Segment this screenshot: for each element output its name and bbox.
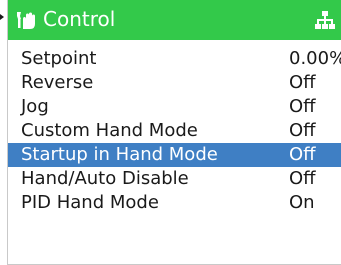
menu-item-hand-auto-disable[interactable]: Hand/Auto Disable Off <box>8 167 341 191</box>
item-label: Startup in Hand Mode <box>21 144 218 165</box>
item-label: Hand/Auto Disable <box>21 168 189 189</box>
item-value: On <box>289 192 315 213</box>
pointer-arrow-icon <box>0 14 4 20</box>
menu-item-custom-hand-mode[interactable]: Custom Hand Mode Off <box>8 119 341 143</box>
menu-item-setpoint[interactable]: Setpoint 0.00% <box>8 47 341 71</box>
item-label: Jog <box>21 96 49 117</box>
item-value: Off <box>289 168 316 189</box>
menu-item-pid-hand-mode[interactable]: PID Hand Mode On <box>8 191 341 215</box>
menu-item-jog[interactable]: Jog Off <box>8 95 341 119</box>
title-bar: Control <box>8 0 341 40</box>
item-label: Custom Hand Mode <box>21 120 198 141</box>
network-icon <box>315 11 335 29</box>
item-value: Off <box>289 96 316 117</box>
item-label: Setpoint <box>21 48 97 69</box>
menu-item-reverse[interactable]: Reverse Off <box>8 71 341 95</box>
menu-item-startup-in-hand-mode[interactable]: Startup in Hand Mode Off <box>8 143 341 167</box>
item-value: Off <box>289 72 316 93</box>
hand-wrench-icon <box>17 12 35 29</box>
control-screen: Control Setpoint 0.00% Reverse Off Jog O… <box>0 0 341 265</box>
page-title: Control <box>43 7 116 31</box>
item-value: Off <box>289 144 316 165</box>
item-label: PID Hand Mode <box>21 192 159 213</box>
parameter-list: Setpoint 0.00% Reverse Off Jog Off Custo… <box>8 47 341 215</box>
item-label: Reverse <box>21 72 94 93</box>
menu-panel: Control Setpoint 0.00% Reverse Off Jog O… <box>7 0 341 265</box>
item-value: 0.00% <box>289 48 341 69</box>
item-value: Off <box>289 120 316 141</box>
